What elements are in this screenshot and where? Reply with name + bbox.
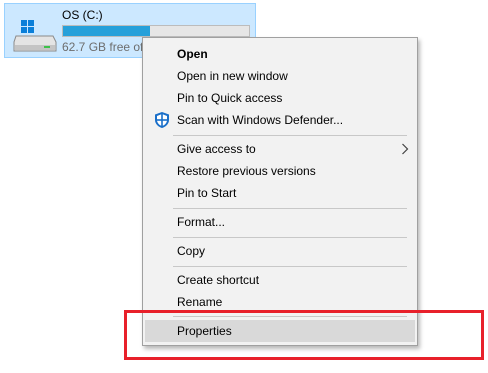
menu-separator bbox=[173, 135, 407, 136]
context-menu: Open Open in new window Pin to Quick acc… bbox=[142, 37, 418, 346]
menu-separator bbox=[173, 237, 407, 238]
menu-item-format[interactable]: Format... bbox=[145, 211, 415, 233]
drive-usage-fill bbox=[63, 26, 151, 36]
windows-defender-shield-icon bbox=[155, 112, 169, 128]
menu-separator bbox=[173, 266, 407, 267]
menu-item-label: Open in new window bbox=[177, 69, 288, 83]
drive-name: OS (C:) bbox=[62, 8, 103, 22]
menu-item-label: Copy bbox=[177, 244, 206, 258]
menu-item-label: Rename bbox=[177, 295, 223, 309]
menu-item-label: Format... bbox=[177, 215, 226, 229]
menu-item-open-new-window[interactable]: Open in new window bbox=[145, 65, 415, 87]
menu-item-restore-versions[interactable]: Restore previous versions bbox=[145, 160, 415, 182]
chevron-right-icon bbox=[402, 143, 409, 155]
menu-item-copy[interactable]: Copy bbox=[145, 240, 415, 262]
menu-item-label: Pin to Start bbox=[177, 186, 237, 200]
menu-item-label: Open bbox=[177, 47, 208, 61]
menu-item-give-access[interactable]: Give access to bbox=[145, 138, 415, 160]
menu-item-label: Pin to Quick access bbox=[177, 91, 283, 105]
menu-item-scan-defender[interactable]: Scan with Windows Defender... bbox=[145, 109, 415, 131]
menu-item-pin-start[interactable]: Pin to Start bbox=[145, 182, 415, 204]
annotation-highlight-box bbox=[124, 310, 484, 360]
menu-item-open[interactable]: Open bbox=[145, 43, 415, 65]
menu-item-label: Scan with Windows Defender... bbox=[177, 113, 344, 127]
drive-usage-bar bbox=[62, 25, 250, 37]
menu-item-label: Give access to bbox=[177, 142, 256, 156]
menu-item-label: Create shortcut bbox=[177, 273, 260, 287]
menu-item-label: Restore previous versions bbox=[177, 164, 316, 178]
windows-drive-icon bbox=[13, 20, 57, 52]
menu-separator bbox=[173, 208, 407, 209]
menu-item-pin-quick-access[interactable]: Pin to Quick access bbox=[145, 87, 415, 109]
drive-free-space: 62.7 GB free of bbox=[62, 40, 144, 54]
menu-item-create-shortcut[interactable]: Create shortcut bbox=[145, 269, 415, 291]
